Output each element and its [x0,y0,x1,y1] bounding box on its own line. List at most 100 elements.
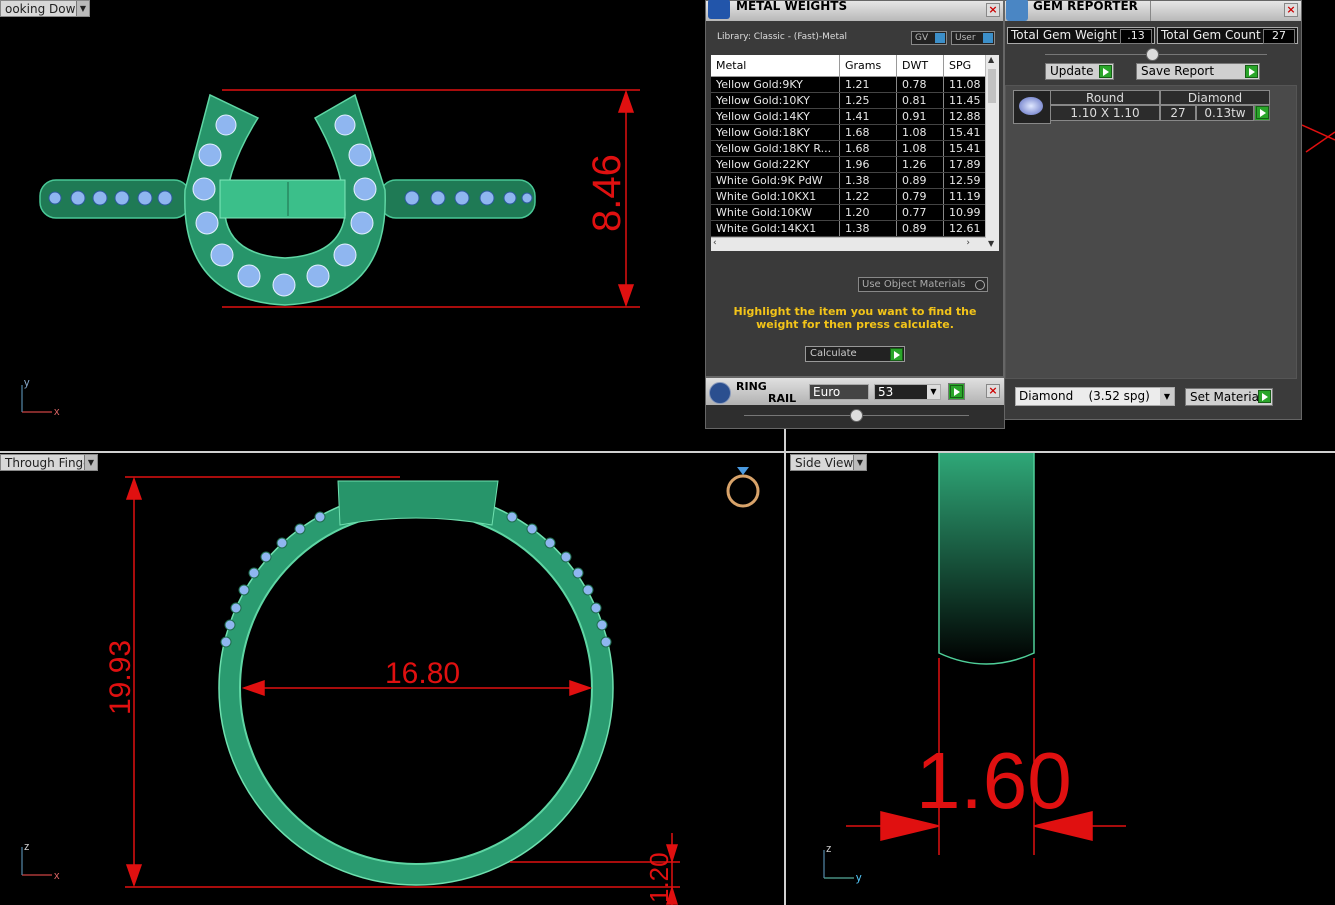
table-row[interactable]: White Gold:10KW 1.20 0.77 10.99 [711,204,987,221]
col-dwt[interactable]: DWT [896,55,944,77]
table-row[interactable]: White Gold:10KX1 1.22 0.79 11.19 [711,188,987,205]
gv-label: GV [915,33,929,43]
dwt-cell: 1.26 [896,156,944,173]
spg-cell: 11.45 [943,92,987,109]
metal-weights-titlebar[interactable]: METAL WEIGHTS × [706,0,1003,21]
spg-cell: 11.19 [943,188,987,205]
grams-cell: 1.38 [839,220,897,237]
dwt-cell: 1.08 [896,124,944,141]
table-row[interactable]: Yellow Gold:14KY 1.41 0.91 12.88 [711,108,987,125]
material-select[interactable]: Diamond (3.52 spg) ▼ [1015,387,1175,406]
gem-slider-handle[interactable] [1146,48,1159,61]
save-report-label: Save Report [1141,64,1215,78]
calculate-hint: Highlight the item you want to find the … [733,305,977,331]
top-dimension-label: 8.46 [585,154,629,232]
gem-shape-header: Round [1050,90,1160,105]
scrollbar-thumb[interactable] [988,69,996,103]
front-inner-label: 16.80 [385,657,460,690]
side-axis-z: z [826,843,832,855]
viewport-menu-side[interactable]: Side View ▼ [790,454,867,471]
col-metal[interactable]: Metal [711,55,840,77]
metal-weights-panel: METAL WEIGHTS × Library: Classic - (Fast… [705,0,1004,377]
side-dimension-label: 1.60 [916,736,1072,825]
set-material-button[interactable]: Set Material [1185,388,1273,406]
viewport-label-side: Side View [795,456,854,470]
grams-cell: 1.20 [839,204,897,221]
scroll-down-icon[interactable]: ▼ [988,239,994,248]
ring-rail-apply-button[interactable] [948,383,965,400]
ring-standard-field[interactable]: Euro [809,384,869,400]
gem-size-value: 1.10 X 1.10 [1050,105,1160,121]
gv-toggle[interactable]: GV [911,31,947,45]
viewport-menu-front[interactable]: Through Finger ▼ [0,454,98,471]
ring-size-select[interactable]: 53 ▼ [874,384,941,400]
close-icon[interactable]: × [986,3,1000,17]
ring-rail-title-2: RAIL [768,392,797,405]
front-viewport[interactable]: 19.93 16.80 1.20 z x [0,453,784,905]
front-height-label: 19.93 [104,640,137,715]
front-thickness-label: 1.20 [644,852,674,903]
update-button[interactable]: Update [1045,63,1114,80]
user-label: User [955,33,976,43]
viewport-menu-top[interactable]: ooking Down ▼ [0,0,90,17]
scroll-left-icon[interactable]: ‹ [713,238,717,248]
chevron-down-icon[interactable]: ▼ [1160,388,1174,405]
ring-icon[interactable] [726,467,760,508]
table-row[interactable]: Yellow Gold:9KY 1.21 0.78 11.08 [711,76,987,93]
table-row[interactable]: White Gold:9K PdW 1.38 0.89 12.59 [711,172,987,189]
metal-name-cell: Yellow Gold:18KY [711,124,840,141]
table-row[interactable]: Yellow Gold:18KY R... 1.68 1.08 15.41 [711,140,987,157]
metal-name-cell: Yellow Gold:9KY [711,76,840,93]
table-row[interactable]: White Gold:14KX1 1.38 0.89 12.61 [711,220,987,237]
dwt-cell: 1.08 [896,140,944,157]
scroll-right-icon[interactable]: › [966,238,970,248]
user-indicator [983,33,993,43]
col-spg[interactable]: SPG [943,55,987,77]
metal-table[interactable]: Metal Grams DWT SPG Yellow Gold:9KY 1.21 0… [711,55,999,251]
ring-rail-icon [709,382,731,404]
scroll-up-icon[interactable]: ▲ [988,55,994,64]
viewport-divider-vertical[interactable] [784,429,786,905]
table-row[interactable]: Yellow Gold:18KY 1.68 1.08 15.41 [711,124,987,141]
chevron-down-icon[interactable]: ▼ [853,455,866,470]
play-icon [950,385,963,398]
viewport-divider-horizontal[interactable] [0,451,1335,453]
chevron-down-icon[interactable]: ▼ [927,385,940,399]
use-object-materials-checkbox[interactable]: Use Object Materials [858,277,988,292]
library-label: Library: Classic - (Fast)-Metal [717,32,848,42]
vertical-scrollbar[interactable]: ▲ ▼ [985,55,999,251]
spg-cell: 11.08 [943,76,987,93]
close-icon[interactable]: × [1284,3,1298,17]
grams-cell: 1.68 [839,124,897,141]
spg-cell: 15.41 [943,124,987,141]
spg-cell: 12.88 [943,108,987,125]
metal-name-cell: White Gold:10KX1 [711,188,840,205]
top-axis-x: x [54,406,60,418]
calculate-label: Calculate [810,348,857,359]
ring-rail-slider-handle[interactable] [850,409,863,422]
calculate-button[interactable]: Calculate [805,346,905,362]
horizontal-scrollbar[interactable]: ‹ › [711,237,986,251]
gem-reporter-panel: GEM REPORTER × Total Gem Weight .13 Tota… [1004,0,1302,420]
play-icon [1256,106,1269,119]
ring-rail-title-1: RING [736,380,767,393]
user-toggle[interactable]: User [951,31,995,45]
top-viewport[interactable]: 8.46 y x [0,0,705,450]
gem-row-select-button[interactable] [1254,105,1270,121]
side-viewport[interactable]: 1.60 z y [786,453,1335,905]
gem-thumbnail[interactable] [1013,90,1051,124]
chevron-down-icon[interactable]: ▼ [76,1,89,16]
metal-name-cell: White Gold:14KX1 [711,220,840,237]
total-gem-count-value: 27 [1263,29,1295,44]
metal-name-cell: White Gold:10KW [711,204,840,221]
metal-name-cell: White Gold:9K PdW [711,172,840,189]
table-row[interactable]: Yellow Gold:22KY 1.96 1.26 17.89 [711,156,987,173]
table-row[interactable]: Yellow Gold:10KY 1.25 0.81 11.45 [711,92,987,109]
gem-list-area[interactable]: Round Diamond 1.10 X 1.10 27 0.13tw [1005,85,1297,379]
chevron-down-icon[interactable]: ▼ [84,455,97,470]
round-gem-icon [1019,97,1043,115]
save-report-button[interactable]: Save Report [1136,63,1260,80]
gem-reporter-titlebar[interactable]: GEM REPORTER × [1005,0,1301,21]
close-icon[interactable]: × [986,384,1000,398]
col-grams[interactable]: Grams [839,55,897,77]
